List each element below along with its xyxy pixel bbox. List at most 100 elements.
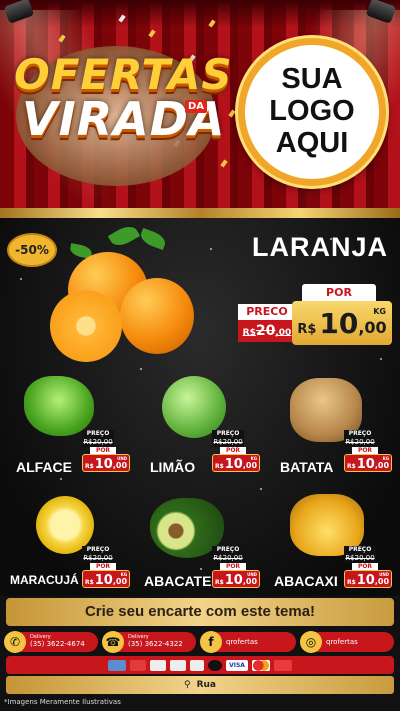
instagram-icon: ◎	[300, 631, 322, 653]
price-int: 10	[356, 457, 375, 472]
old-price-value: R$20,00	[238, 320, 296, 342]
discount-badge: -50%	[9, 235, 55, 265]
delivery-phone: (35) 3622-4322	[128, 639, 183, 648]
new-price: R$ 10,00 KG	[344, 454, 392, 472]
sparkle	[200, 568, 202, 570]
old-price: R$20,00	[344, 554, 376, 563]
preco-label: PRECO	[238, 304, 296, 320]
por-label: POR	[302, 284, 376, 301]
payment-card-icon	[130, 659, 147, 671]
product-price-tag: PREÇO R$20,00 POR R$ 10,00 KG	[212, 430, 260, 472]
product-name: LIMÃO	[150, 459, 196, 475]
old-price: R$20,00	[212, 438, 244, 447]
location-pin-icon: ⚲	[183, 680, 191, 690]
price-currency: R$	[297, 322, 317, 337]
delivery-chip-2[interactable]: ☎ Delivery (35) 3622-4322	[102, 631, 196, 653]
por-label: POR	[220, 447, 246, 454]
por-label: POR	[220, 563, 246, 570]
old-price-dec: ,00	[275, 328, 292, 338]
product-name: ABACAXI	[274, 573, 338, 589]
price-currency: R$	[214, 463, 224, 470]
whatsapp-icon: ✆	[4, 631, 26, 653]
price-unit: UND	[379, 572, 389, 577]
sparkle	[260, 488, 262, 490]
product-name: BATATA	[280, 459, 334, 475]
price-int: 10	[94, 457, 113, 472]
sparkle	[140, 368, 142, 370]
preco-label: PREÇO	[344, 546, 376, 554]
price-unit: KG	[120, 572, 127, 577]
cta-banner[interactable]: Crie seu encarte com este tema!	[6, 598, 394, 626]
price-currency: R$	[346, 463, 356, 470]
preco-label: PREÇO	[344, 430, 376, 438]
confetti	[118, 14, 126, 23]
confetti	[228, 109, 236, 118]
por-label: POR	[90, 447, 116, 454]
price-int: 10	[224, 457, 243, 472]
confetti	[208, 19, 216, 28]
payment-card-icon	[208, 659, 223, 671]
old-price: R$20,00	[82, 554, 114, 563]
gold-divider	[0, 208, 400, 218]
new-price: R$ 10,00 KG	[212, 454, 260, 472]
header-banner: OFERTAS VIRADA DA SUA LOGO AQUI	[0, 0, 400, 212]
price-unit: KG	[382, 456, 389, 461]
sparkle	[20, 278, 22, 280]
logo-text-line1: SUA	[281, 63, 343, 96]
price-currency: R$	[84, 463, 94, 470]
payment-card-icon	[108, 659, 127, 671]
product-price-tag: PREÇO R$20,00 POR R$ 10,00 UND	[212, 546, 260, 588]
sparkle	[380, 358, 382, 360]
old-price: R$20,00	[82, 438, 114, 447]
price-dec: ,00	[242, 461, 258, 470]
instagram-handle: qrofertas	[326, 638, 358, 646]
price-currency: R$	[84, 579, 94, 586]
por-label: POR	[90, 563, 116, 570]
alface-image	[24, 376, 94, 436]
price-int: 10	[94, 573, 113, 588]
old-price-int: 20	[255, 323, 276, 339]
price-unit: KG	[373, 307, 386, 316]
facebook-icon: f	[200, 631, 222, 653]
confetti	[148, 29, 156, 38]
old-price: R$20,00	[344, 438, 376, 447]
facebook-chip[interactable]: f qrofertas	[200, 631, 296, 653]
payment-card-icon	[150, 659, 167, 671]
hero-price: R$ 10 ,00 KG	[292, 301, 392, 345]
preco-label: PREÇO	[82, 546, 114, 554]
price-int: 10	[319, 307, 359, 340]
visa-icon: VISA	[226, 659, 248, 671]
title-da: DA	[185, 100, 208, 113]
por-label: POR	[352, 447, 378, 454]
disclaimer: *Imagens Meramente Ilustrativas	[4, 698, 121, 706]
product-name: MARACUJÁ	[10, 573, 79, 587]
old-price-currency: R$	[242, 328, 256, 338]
new-price: R$ 10,00 UND	[344, 570, 392, 588]
product-name: ALFACE	[16, 459, 72, 475]
mastercard-icon	[252, 659, 270, 671]
payment-card-icon	[190, 659, 205, 671]
product-price-tag: PREÇO R$20,00 POR R$ 10,00 KG	[82, 546, 130, 588]
new-price: R$ 10,00 UND	[82, 454, 130, 472]
delivery-chip-1[interactable]: ✆ Delivery (35) 3622-4674	[4, 631, 98, 653]
address-bar: ⚲ Rua	[6, 676, 394, 694]
price-dec: ,00	[358, 318, 387, 337]
payment-methods: VISA	[6, 656, 394, 674]
price-dec: ,00	[374, 577, 390, 586]
price-unit: UND	[247, 572, 257, 577]
price-dec: ,00	[242, 577, 258, 586]
logo-text-line3: AQUI	[275, 126, 349, 159]
preco-label: PREÇO	[212, 546, 244, 554]
address-text: Rua	[196, 680, 216, 690]
instagram-chip[interactable]: ◎ qrofertas	[300, 631, 394, 653]
facebook-handle: qrofertas	[226, 638, 258, 646]
new-price: R$ 10,00 KG	[82, 570, 130, 588]
price-currency: R$	[214, 579, 224, 586]
price-dec: ,00	[112, 577, 128, 586]
orange-half-image	[50, 290, 122, 362]
product-price-tag: PREÇO R$20,00 POR R$ 10,00 KG	[344, 430, 392, 472]
hero-old-price: PRECO R$20,00	[238, 304, 296, 344]
orange-image	[120, 278, 194, 354]
payment-card-icon	[170, 659, 187, 671]
price-currency: R$	[346, 579, 356, 586]
